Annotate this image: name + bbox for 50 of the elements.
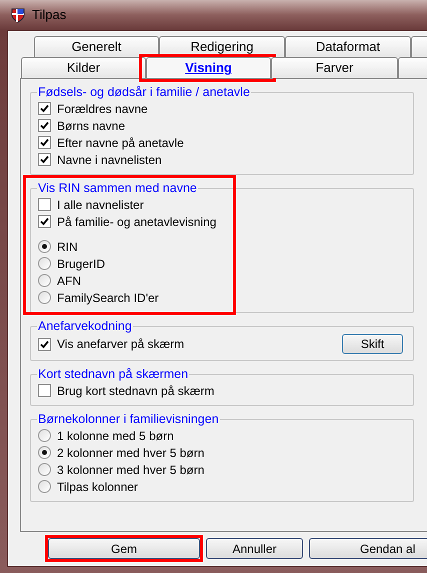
radio-button[interactable]: [38, 240, 51, 253]
group-title: Fødsels- og dødsår i familie / anetavle: [37, 85, 251, 100]
checkbox[interactable]: [38, 102, 51, 115]
checkbox[interactable]: [38, 338, 51, 350]
checkbox[interactable]: [38, 215, 51, 228]
option-label: Efter navne på anetavle: [57, 134, 184, 152]
tab[interactable]: Generelt: [34, 36, 159, 57]
checkbox[interactable]: [38, 136, 51, 149]
option-label: I alle navnelister: [57, 196, 144, 214]
group-title: Vis RIN sammen med navne: [37, 181, 198, 196]
checkbox[interactable]: [38, 119, 51, 132]
tab[interactable]: Kilder: [21, 57, 146, 78]
option-label: Vis anefarver på skærm: [57, 336, 184, 353]
radio-button[interactable]: [38, 291, 51, 304]
checkbox[interactable]: [38, 198, 51, 211]
window-title: Tilpas: [32, 6, 66, 24]
option-label: BrugerID: [57, 256, 106, 272]
dialog-button[interactable]: Annuller: [206, 538, 303, 559]
tab[interactable]: Farver: [271, 57, 398, 78]
option-label: 1 kolonne med 5 børn: [57, 428, 174, 444]
radio-button[interactable]: [38, 257, 51, 270]
dialog-button[interactable]: Gem: [48, 538, 200, 559]
shield-icon: [10, 7, 26, 23]
checkbox[interactable]: [38, 153, 51, 166]
change-button[interactable]: Skift: [342, 334, 403, 354]
checkbox[interactable]: [38, 384, 51, 397]
group-title: Anefarvekodning: [37, 319, 133, 334]
option-label: Børns navne: [57, 118, 126, 134]
option-label: Tilpas kolonner: [57, 478, 138, 496]
dialog-button[interactable]: Gendan al: [309, 538, 427, 559]
tab[interactable]: Dataformat: [285, 36, 411, 57]
radio-button[interactable]: [38, 446, 51, 459]
radio-button[interactable]: [38, 463, 51, 476]
option-label: AFN: [57, 272, 81, 290]
radio-button[interactable]: [38, 274, 51, 287]
group-title: Kort stednavn på skærmen: [37, 367, 190, 382]
group-title: Børnekolonner i familievisningen: [37, 412, 220, 427]
check-icon: [40, 217, 49, 226]
option-label: Forældres navne: [57, 100, 148, 118]
check-icon: [40, 340, 49, 348]
option-label: FamilySearch ID'er: [57, 290, 159, 306]
option-label: 2 kolonner med hver 5 børn: [57, 444, 204, 462]
option-label: På familie- og anetavlevisning: [57, 214, 216, 230]
option-label: Brug kort stednavn på skærm: [57, 382, 214, 400]
radio-button[interactable]: [38, 429, 51, 442]
tab[interactable]: [398, 57, 427, 78]
radio-button[interactable]: [38, 480, 51, 493]
option-label: Navne i navnelisten: [57, 152, 162, 168]
option-label: 3 kolonner med hver 5 børn: [57, 462, 204, 478]
option-label: RIN: [57, 238, 78, 256]
